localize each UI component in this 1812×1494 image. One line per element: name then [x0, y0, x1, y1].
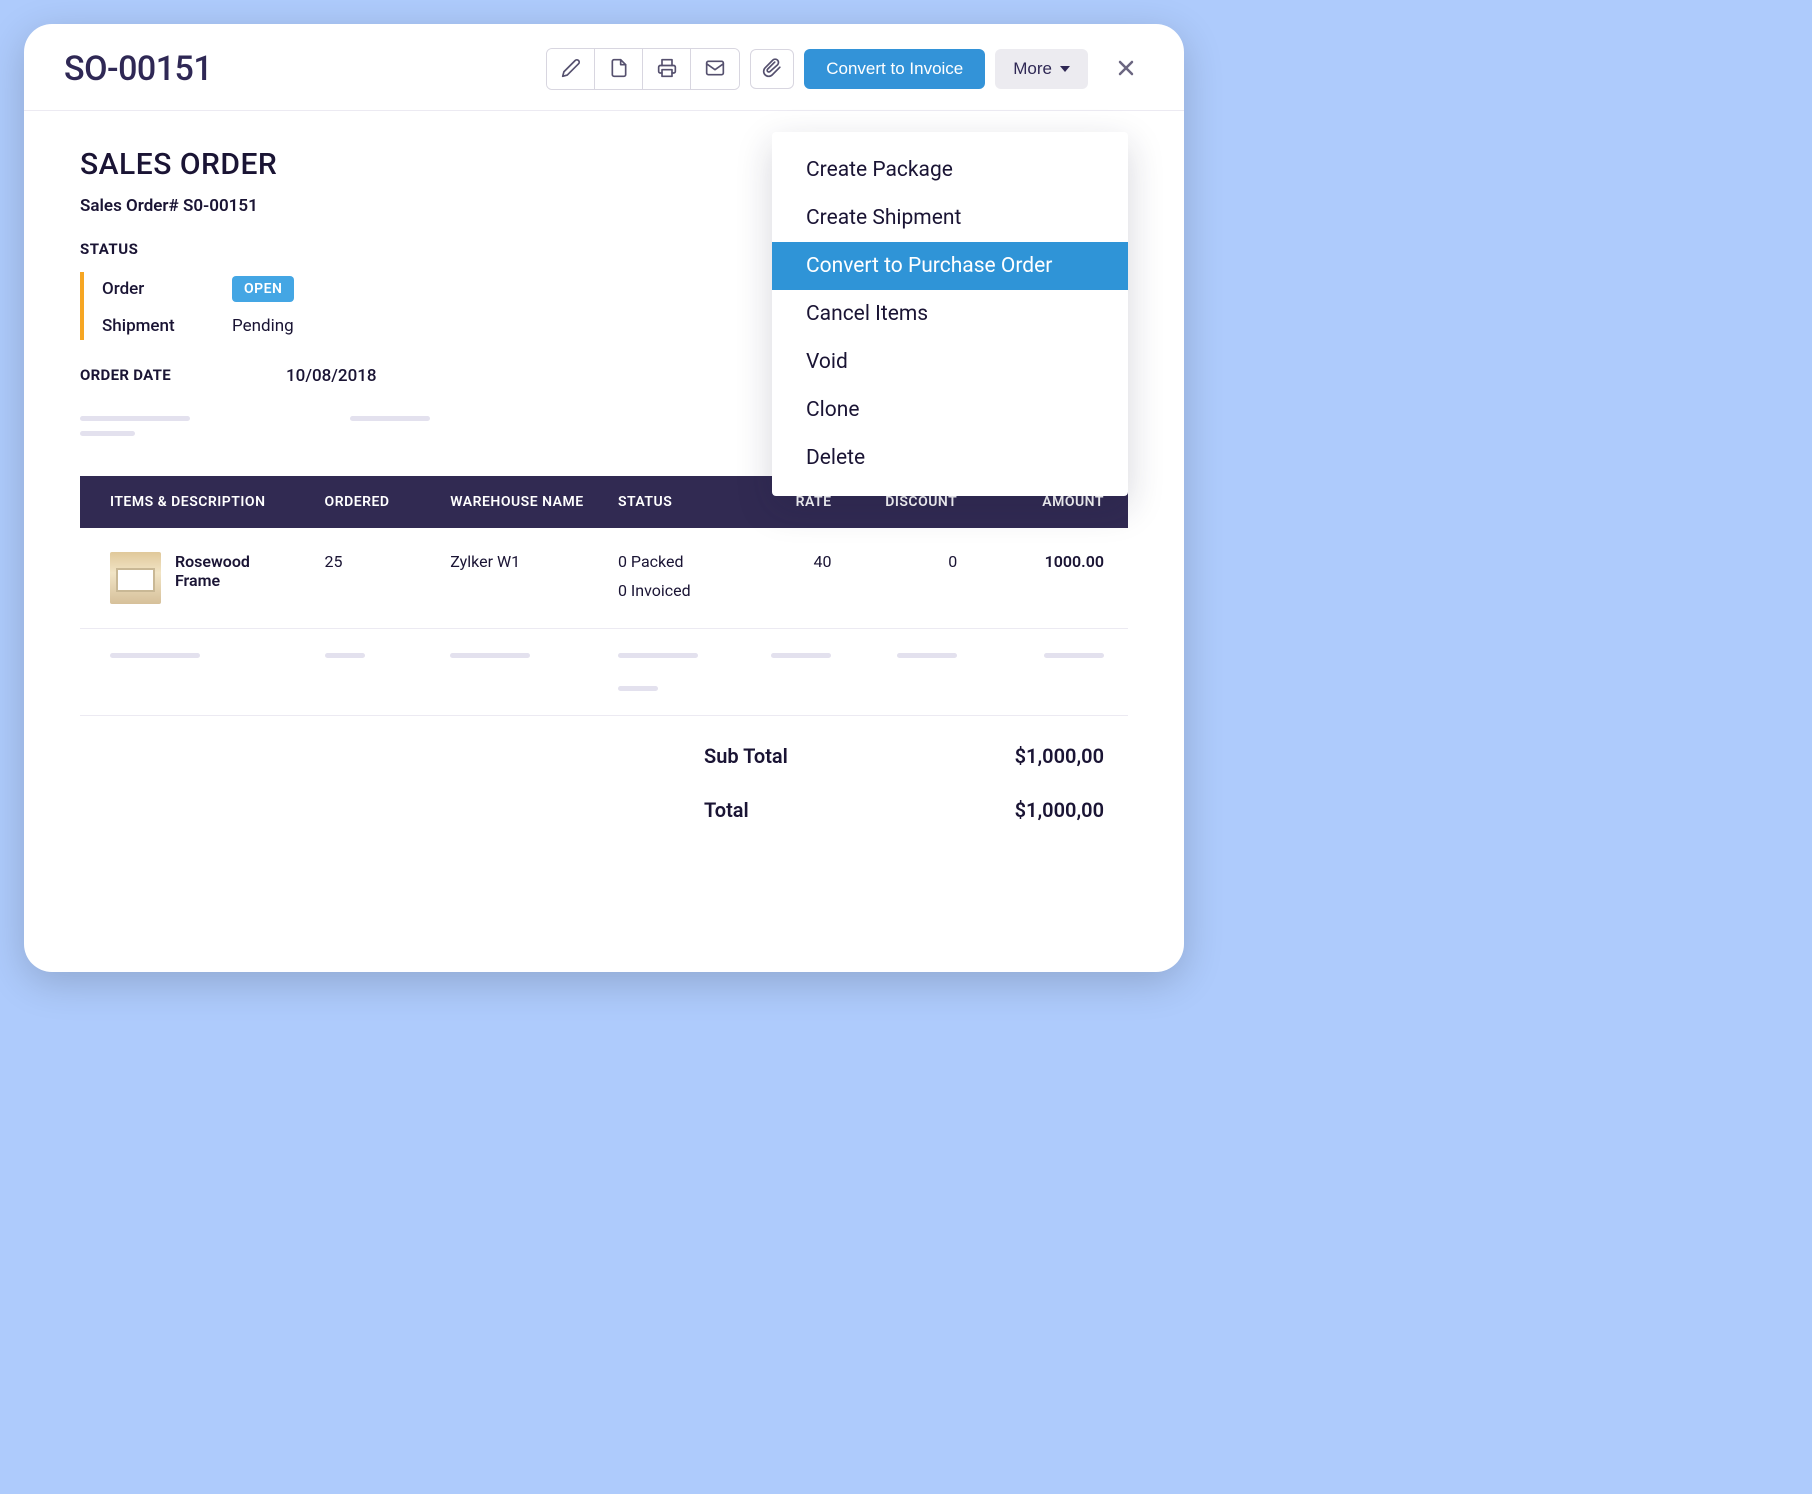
pdf-icon: [609, 58, 629, 81]
header-actions: Convert to Invoice More: [546, 48, 1144, 90]
pencil-icon: [561, 58, 581, 81]
convert-to-invoice-button[interactable]: Convert to Invoice: [804, 49, 985, 89]
table-row[interactable]: Rosewood Frame 25 Zylker W1 0 Packed 0 I…: [80, 528, 1128, 629]
item-status-packed: 0 Packed: [618, 552, 737, 571]
placeholder-line: [350, 416, 430, 421]
mail-icon: [705, 58, 725, 81]
total-row: Total $1,000,00: [80, 798, 1104, 822]
placeholder-line: [80, 416, 190, 421]
item-status-invoiced: 0 Invoiced: [618, 581, 737, 600]
total-value: $1,000,00: [964, 798, 1104, 822]
status-order-key: Order: [102, 279, 232, 299]
item-warehouse: Zylker W1: [436, 528, 604, 629]
dropdown-item-create-package[interactable]: Create Package: [772, 146, 1128, 194]
table-row-placeholder: [80, 629, 1128, 716]
dropdown-item-create-shipment[interactable]: Create Shipment: [772, 194, 1128, 242]
more-button[interactable]: More: [995, 49, 1088, 89]
item-thumbnail: [110, 552, 161, 604]
placeholder-line: [110, 653, 200, 658]
placeholder-line: [450, 653, 530, 658]
more-dropdown: Create Package Create Shipment Convert t…: [772, 132, 1128, 496]
print-button[interactable]: [643, 49, 691, 89]
dropdown-item-clone[interactable]: Clone: [772, 386, 1128, 434]
dropdown-item-delete[interactable]: Delete: [772, 434, 1128, 482]
item-rate: 40: [751, 528, 856, 629]
item-ordered: 25: [311, 528, 437, 629]
status-shipment-value: Pending: [232, 316, 294, 336]
order-date-value: 10/08/2018: [286, 366, 377, 386]
col-status: STATUS: [604, 476, 751, 528]
paperclip-icon: [762, 58, 782, 81]
placeholder-line: [80, 431, 135, 436]
printer-icon: [657, 58, 677, 81]
placeholder-line: [618, 653, 698, 658]
close-icon: [1114, 68, 1138, 83]
placeholder-line: [897, 653, 957, 658]
placeholder-line: [325, 653, 365, 658]
close-button[interactable]: [1108, 50, 1144, 89]
attachment-button[interactable]: [750, 49, 794, 89]
sales-order-window: SO-00151: [24, 24, 1184, 972]
totals-block: Sub Total $1,000,00 Total $1,000,00: [80, 716, 1128, 822]
subtotal-value: $1,000,00: [964, 744, 1104, 768]
edit-button[interactable]: [547, 49, 595, 89]
item-discount: 0: [855, 528, 981, 629]
col-warehouse: WAREHOUSE NAME: [436, 476, 604, 528]
dropdown-item-convert-purchase-order[interactable]: Convert to Purchase Order: [772, 242, 1128, 290]
toolbar-button-group: [546, 48, 740, 90]
dropdown-item-cancel-items[interactable]: Cancel Items: [772, 290, 1128, 338]
pdf-button[interactable]: [595, 49, 643, 89]
placeholder-line: [1044, 653, 1104, 658]
chevron-down-icon: [1060, 66, 1070, 72]
subtotal-row: Sub Total $1,000,00: [80, 744, 1104, 768]
col-items: ITEMS & DESCRIPTION: [80, 476, 311, 528]
email-button[interactable]: [691, 49, 739, 89]
col-ordered: ORDERED: [311, 476, 437, 528]
items-table: ITEMS & DESCRIPTION ORDERED WAREHOUSE NA…: [80, 476, 1128, 716]
order-date-key: ORDER DATE: [80, 366, 286, 386]
more-button-label: More: [1013, 59, 1052, 79]
total-label: Total: [704, 798, 844, 822]
item-name: Rosewood Frame: [175, 552, 297, 590]
dropdown-item-void[interactable]: Void: [772, 338, 1128, 386]
status-shipment-key: Shipment: [102, 316, 232, 336]
subtotal-label: Sub Total: [704, 744, 844, 768]
page-title: SO-00151: [64, 49, 212, 89]
status-badge-open: OPEN: [232, 276, 294, 302]
header-bar: SO-00151: [24, 24, 1184, 111]
placeholder-line: [618, 686, 658, 691]
placeholder-line: [771, 653, 831, 658]
item-amount: 1000.00: [981, 528, 1128, 629]
